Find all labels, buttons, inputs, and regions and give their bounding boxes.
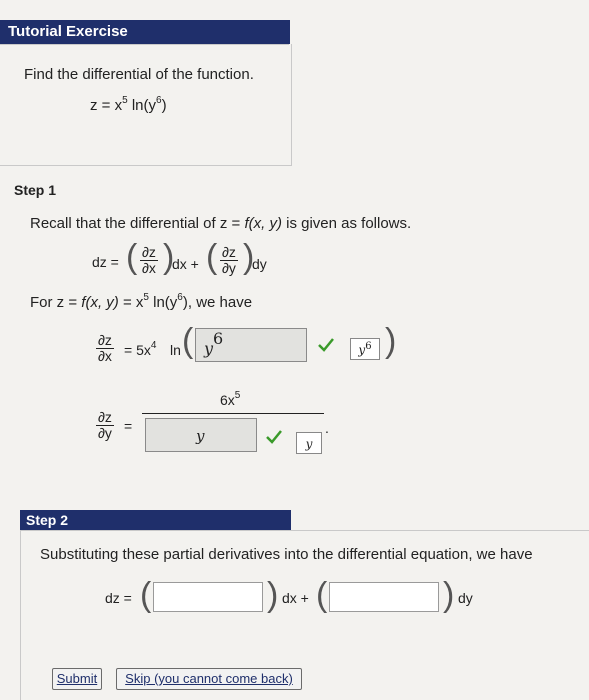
right-paren: ): [443, 576, 455, 614]
instruction-text: Find the differential of the function.: [24, 66, 254, 83]
partial-z-y-label: ∂z ∂y: [96, 409, 114, 441]
page: Tutorial Exercise Find the differential …: [0, 0, 589, 700]
pdy-numerator: 6x5: [220, 390, 241, 408]
submit-button[interactable]: Submit: [52, 668, 102, 690]
partial-z-y-fraction: ∂z ∂y: [220, 244, 238, 276]
period: .: [325, 420, 329, 436]
left-paren: (: [206, 238, 218, 276]
right-paren: ): [267, 576, 279, 614]
step1-title: Step 1: [14, 182, 57, 198]
left-paren: (: [316, 576, 328, 614]
left-paren: (: [140, 576, 152, 614]
pdx-answer-input[interactable]: y 6: [195, 328, 307, 362]
pdx-equals: = 5x4: [124, 340, 157, 358]
dy-label: dy: [252, 256, 267, 272]
for-function-text: For z = f(x, y) = x5 ln(y6), we have: [30, 292, 253, 311]
left-paren: (: [126, 238, 138, 276]
right-paren: ): [385, 322, 397, 360]
tutorial-header: Tutorial Exercise: [0, 20, 290, 44]
dx-plus-label: dx +: [282, 590, 309, 606]
recall-text: Recall that the differential of z = f(x,…: [30, 215, 412, 232]
skip-button[interactable]: Skip (you cannot come back): [116, 668, 302, 690]
step2-text: Substituting these partial derivatives i…: [40, 546, 533, 563]
partial-z-x-fraction: ∂z ∂x: [140, 244, 158, 276]
dz-label: dz =: [92, 254, 119, 270]
dy-coefficient-input[interactable]: [329, 582, 439, 612]
left-paren: (: [182, 322, 194, 360]
dx-plus-label: dx +: [172, 256, 199, 272]
pdy-correct-answer: y: [296, 432, 322, 454]
dz-label: dz =: [105, 590, 132, 606]
ln-label: ln: [170, 342, 181, 358]
pdx-correct-answer: y6: [350, 338, 380, 360]
pdy-equals: =: [124, 418, 133, 434]
dy-label: dy: [458, 590, 473, 606]
check-icon: [266, 430, 282, 444]
partial-z-x-label: ∂z ∂x: [96, 332, 114, 364]
pdy-answer-input[interactable]: y: [145, 418, 257, 452]
function-expression: z = x5 ln(y6): [90, 95, 167, 114]
step2-title: Step 2: [20, 510, 291, 530]
check-icon: [318, 338, 334, 352]
fraction-bar: [142, 413, 324, 414]
dx-coefficient-input[interactable]: [153, 582, 263, 612]
